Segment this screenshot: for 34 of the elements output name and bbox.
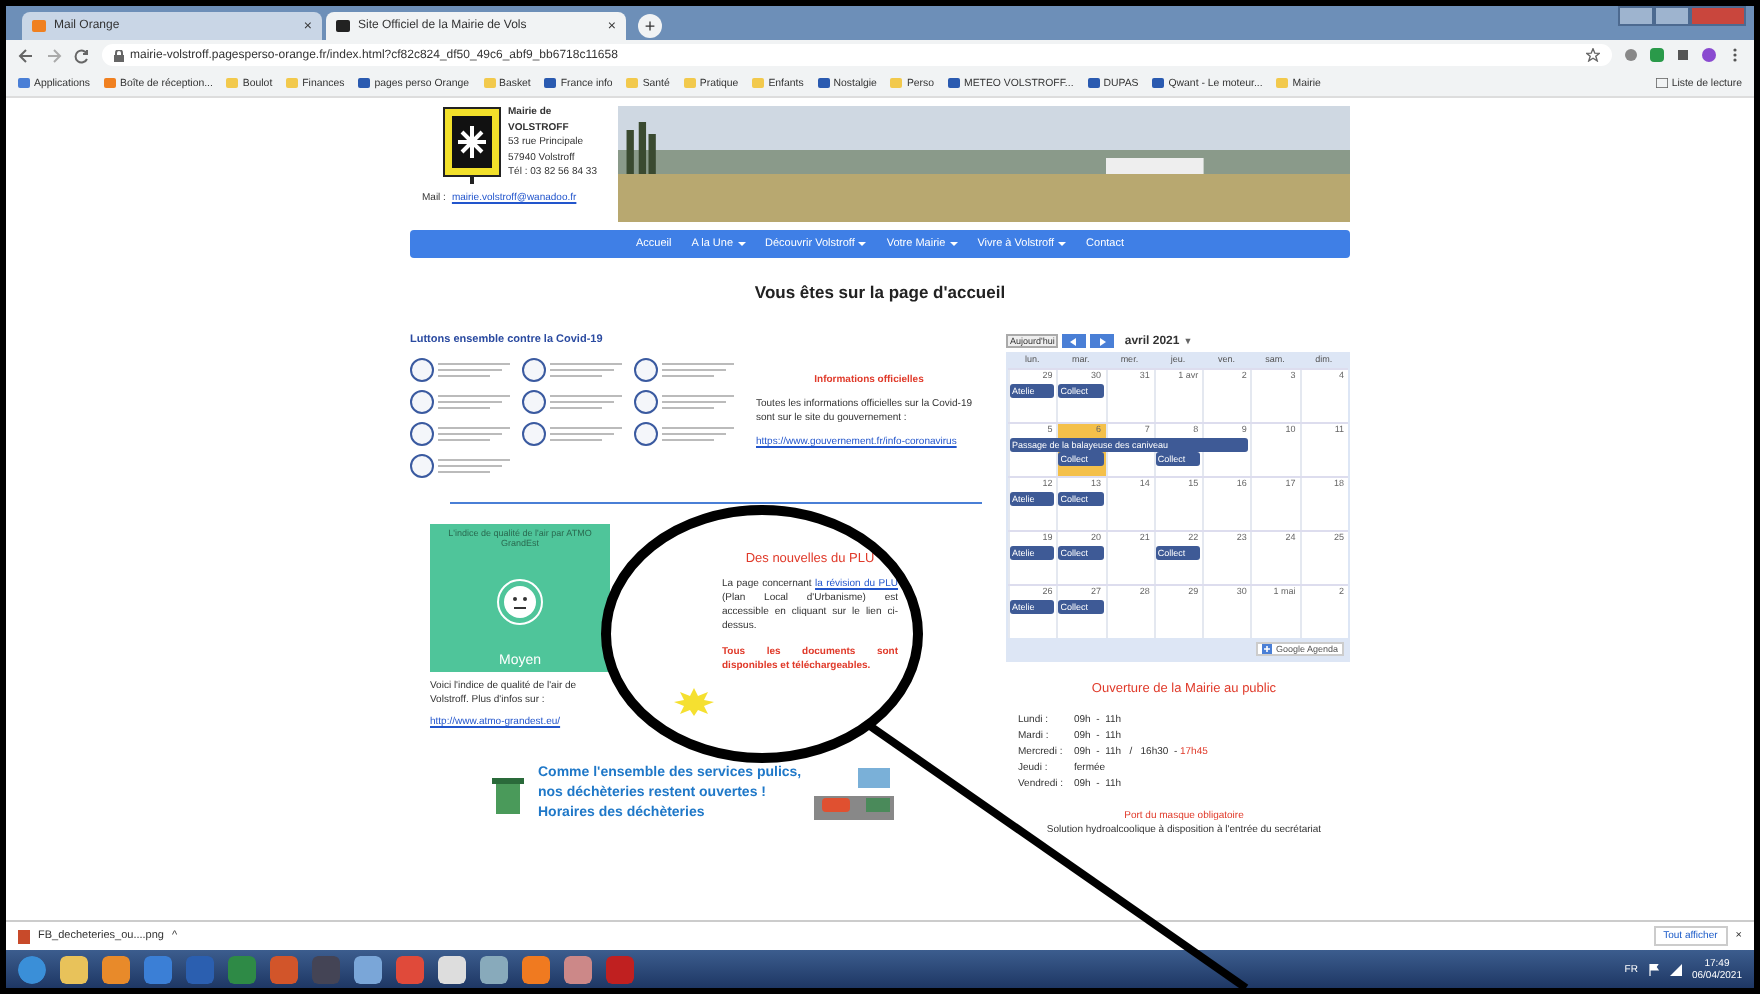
new-starburst-icon: [674, 688, 714, 716]
back-arrow-icon[interactable]: [18, 47, 34, 63]
image-file-icon: [18, 929, 30, 943]
next-month-button[interactable]: [1090, 334, 1115, 348]
recycling-bin-icon: [490, 772, 526, 816]
site-favicon-icon: [817, 78, 830, 88]
apps-grid-icon: [18, 78, 30, 88]
start-orb-icon[interactable]: [18, 955, 46, 983]
lock-icon: [114, 49, 124, 61]
reload-icon[interactable]: [74, 47, 90, 63]
plus-icon: [1261, 644, 1272, 654]
favicon-icon: [336, 20, 350, 32]
site-favicon-icon: [358, 78, 371, 88]
maximize-button[interactable]: [1654, 6, 1690, 26]
neutral-face-icon: [496, 577, 544, 625]
site-favicon-icon: [1087, 78, 1100, 88]
site-favicon-icon: [948, 78, 960, 88]
previous-month-button[interactable]: [1062, 334, 1087, 348]
left-arrow-icon: [1070, 337, 1079, 345]
favicon-icon: [32, 20, 46, 32]
forward-arrow-icon[interactable]: [46, 47, 62, 63]
site-favicon-icon: [1152, 78, 1165, 88]
reading-list-icon: [1655, 78, 1668, 88]
profile-avatar-icon[interactable]: [1702, 48, 1716, 62]
signal-icon[interactable]: [1669, 963, 1682, 975]
coat-of-arms-icon: [442, 106, 502, 186]
new-tab-button[interactable]: +: [638, 14, 662, 38]
right-arrow-icon: [1098, 337, 1107, 345]
minimize-button[interactable]: [1618, 6, 1654, 26]
flag-icon[interactable]: [1647, 963, 1660, 975]
star-icon[interactable]: [1586, 48, 1600, 62]
menu-icon[interactable]: [1728, 48, 1742, 62]
site-favicon-icon: [544, 78, 557, 88]
page-heading: Vous êtes sur la page d'accueil: [752, 282, 1008, 302]
